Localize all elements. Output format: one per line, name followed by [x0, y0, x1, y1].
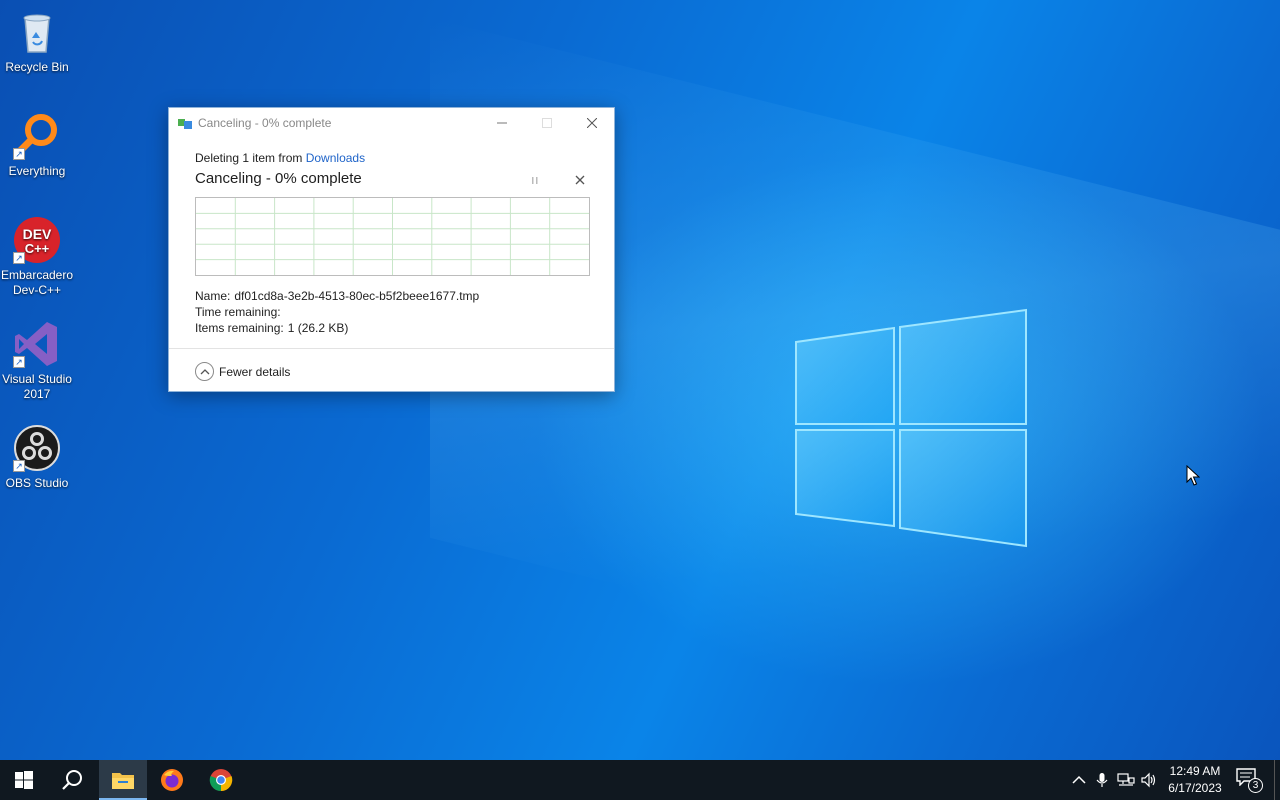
progress-heading: Canceling - 0% complete	[195, 170, 362, 187]
devcpp-icon-text: C++	[25, 241, 50, 256]
firefox-icon	[161, 769, 183, 791]
obs-studio-icon: ↗	[13, 424, 61, 472]
desktop-icon-recycle-bin[interactable]: Recycle Bin	[0, 8, 74, 75]
destination-link[interactable]: Downloads	[306, 151, 365, 165]
shortcut-arrow-icon: ↗	[13, 148, 25, 160]
visual-studio-icon: ↗	[13, 320, 61, 368]
desktop-icon-label: OBS Studio	[5, 476, 69, 490]
cancel-operation-button[interactable]	[572, 172, 588, 188]
devcpp-icon: DEV C++ ↗	[13, 216, 61, 264]
taskbar: 12:49 AM 6/17/2023 3	[0, 760, 1280, 800]
time-label: Time remaining:	[195, 305, 281, 319]
items-value: 1 (26.2 KB)	[287, 321, 349, 335]
dialog-title: Canceling - 0% complete	[198, 116, 332, 130]
clock-time: 12:49 AM	[1169, 764, 1221, 778]
start-button[interactable]	[0, 760, 48, 800]
desktop-icon-everything[interactable]: ↗ Everything	[0, 112, 74, 179]
shortcut-arrow-icon: ↗	[13, 252, 25, 264]
chevron-up-circle-icon	[195, 362, 214, 381]
search-icon	[62, 770, 82, 790]
close-icon	[587, 118, 597, 128]
items-row: Items remaining: 1 (26.2 KB)	[195, 321, 348, 335]
minimize-icon	[497, 122, 507, 124]
everything-search-icon: ↗	[13, 112, 61, 160]
clock-date: 6/17/2023	[1168, 781, 1222, 795]
speaker-icon[interactable]	[1141, 772, 1159, 788]
time-row: Time remaining:	[195, 305, 285, 319]
desktop-icon-label: Recycle Bin	[5, 60, 69, 74]
maximize-icon	[542, 118, 552, 128]
fewer-details-label: Fewer details	[219, 365, 291, 379]
name-row: Name: df01cd8a-3e2b-4513-80ec-b5f2beee167…	[195, 289, 479, 303]
desktop-icon-label: Visual Studio 2017	[2, 372, 72, 401]
desktop-icon-obs[interactable]: ↗ OBS Studio	[0, 424, 74, 491]
pause-button[interactable]	[527, 173, 543, 189]
name-label: Name:	[195, 289, 231, 303]
folder-icon	[112, 773, 134, 789]
file-transfer-icon	[178, 119, 192, 129]
close-button[interactable]	[569, 108, 615, 138]
windows-logo-icon	[15, 771, 33, 789]
desktop-icon-devcpp[interactable]: DEV C++ ↗ Embarcadero Dev-C++	[0, 216, 74, 298]
notification-count-badge: 3	[1248, 778, 1263, 793]
desktop-icon-label: Embarcadero Dev-C++	[0, 268, 74, 297]
windows-wallpaper-logo	[795, 308, 1027, 548]
firefox-button[interactable]	[148, 760, 196, 800]
maximize-button	[524, 108, 570, 138]
shortcut-arrow-icon: ↗	[13, 460, 25, 472]
mouse-cursor-icon	[1186, 465, 1200, 486]
desktop-icon-visual-studio[interactable]: ↗ Visual Studio 2017	[0, 320, 74, 402]
items-label: Items remaining:	[195, 321, 284, 335]
dialog-titlebar[interactable]: Canceling - 0% complete	[169, 108, 614, 138]
action-center-button[interactable]: 3	[1236, 768, 1263, 793]
chrome-icon	[209, 769, 233, 792]
show-desktop-button[interactable]	[1274, 760, 1280, 800]
operation-description: Deleting 1 item from Downloads	[195, 151, 365, 165]
recycle-bin-icon	[13, 8, 61, 56]
name-value: df01cd8a-3e2b-4513-80ec-b5f2beee1677.tmp	[234, 289, 480, 303]
file-operation-dialog: Canceling - 0% complete Deleting 1 item …	[168, 107, 615, 392]
progress-speed-graph	[195, 197, 590, 276]
search-button[interactable]	[48, 760, 96, 800]
desktop-icon-label: Everything	[8, 164, 66, 178]
chevron-up-icon[interactable]	[1070, 772, 1088, 788]
microphone-icon[interactable]	[1093, 772, 1111, 788]
file-explorer-button[interactable]	[99, 760, 147, 800]
system-clock[interactable]: 12:49 AM 6/17/2023	[1160, 763, 1230, 797]
chrome-button[interactable]	[197, 760, 245, 800]
dialog-divider	[169, 348, 614, 349]
shortcut-arrow-icon: ↗	[13, 356, 25, 368]
minimize-button[interactable]	[479, 108, 525, 138]
operation-description-text: Deleting 1 item from	[195, 151, 306, 165]
devcpp-icon-text: DEV	[23, 226, 52, 242]
network-icon[interactable]	[1117, 772, 1135, 788]
